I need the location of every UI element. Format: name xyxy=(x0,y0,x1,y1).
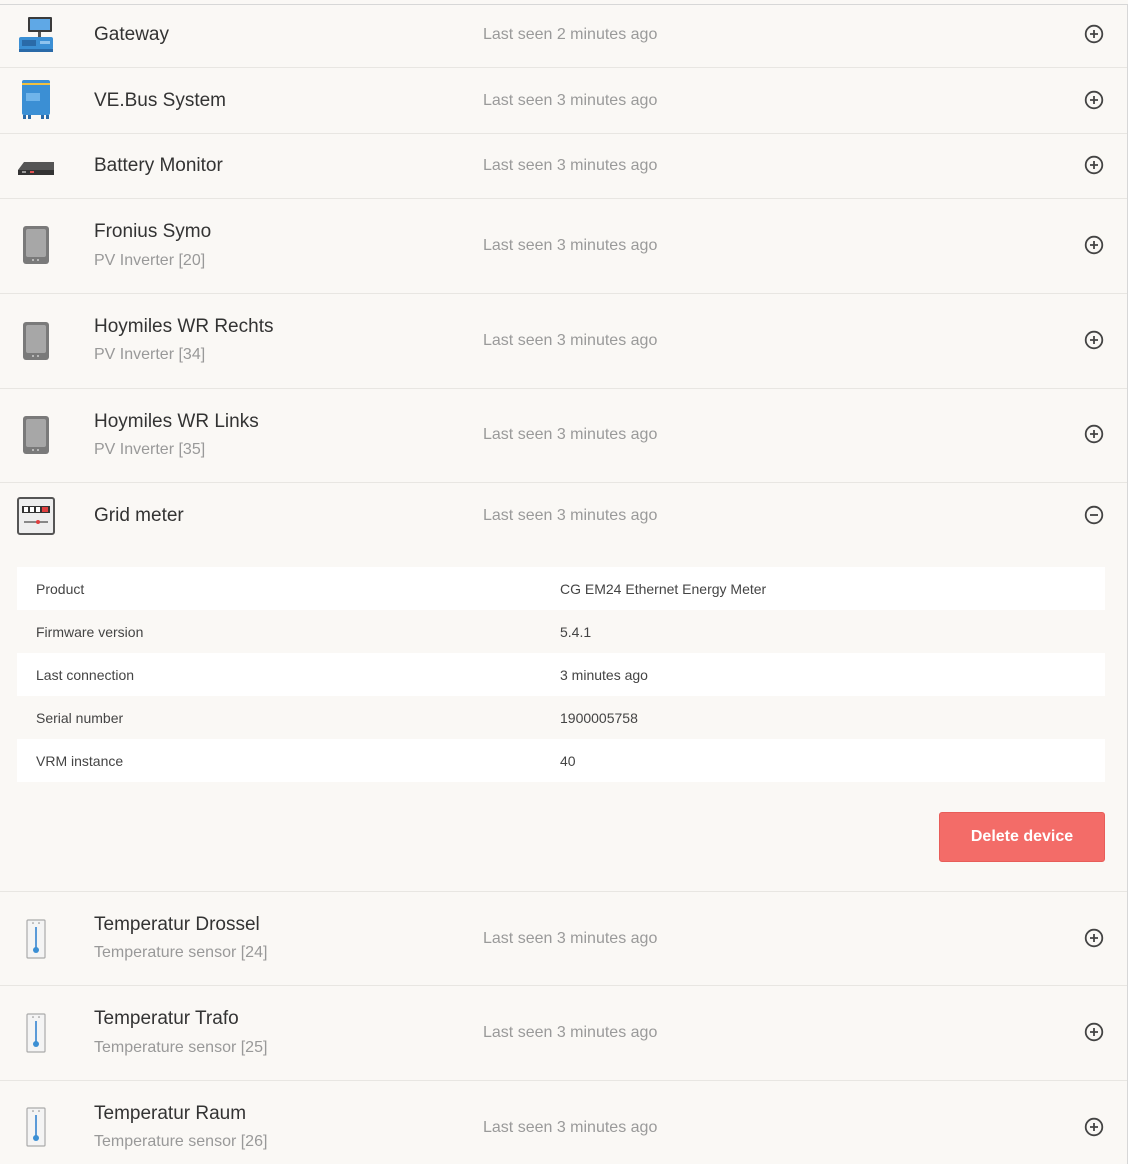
detail-label: VRM instance xyxy=(36,752,124,769)
device-name: Temperatur Raum xyxy=(94,1103,247,1124)
detail-value: CG EM24 Ethernet Energy Meter xyxy=(560,580,767,597)
device-name: Temperatur Trafo xyxy=(94,1008,239,1029)
collapse-icon[interactable] xyxy=(1084,505,1104,525)
device-row-vebus-system[interactable]: VE.Bus System Last seen 3 minutes ago xyxy=(0,68,1127,134)
expand-icon[interactable] xyxy=(1084,235,1104,255)
device-row-temperatur-drossel[interactable]: Temperatur Drossel Temperature sensor [2… xyxy=(0,892,1127,986)
expand-icon[interactable] xyxy=(1084,424,1104,444)
detail-value: 5.4.1 xyxy=(560,623,592,640)
device-name: Fronius Symo xyxy=(94,221,212,242)
last-seen-text: Last seen 3 minutes ago xyxy=(483,930,658,947)
pv-inverter-icon xyxy=(16,415,56,455)
device-type: Temperature sensor [26] xyxy=(94,1133,268,1150)
detail-row-product: Product CG EM24 Ethernet Energy Meter xyxy=(17,567,1105,610)
thermometer-icon xyxy=(16,1107,56,1147)
detail-row-vrm-instance: VRM instance 40 xyxy=(17,739,1105,782)
last-seen-text: Last seen 3 minutes ago xyxy=(483,157,658,174)
last-seen-text: Last seen 3 minutes ago xyxy=(483,1119,658,1136)
gateway-icon xyxy=(16,15,56,55)
last-seen-text: Last seen 3 minutes ago xyxy=(483,1024,658,1041)
pv-inverter-icon xyxy=(16,225,56,265)
detail-value: 1900005758 xyxy=(560,709,638,726)
device-name: Temperatur Drossel xyxy=(94,914,260,935)
device-name: Grid meter xyxy=(94,505,184,526)
last-seen-text: Last seen 3 minutes ago xyxy=(483,507,658,524)
pv-inverter-icon xyxy=(16,321,56,361)
expand-icon[interactable] xyxy=(1084,155,1104,175)
device-row-hoymiles-wr-rechts[interactable]: Hoymiles WR Rechts PV Inverter [34] Last… xyxy=(0,294,1127,389)
detail-label: Firmware version xyxy=(36,623,144,640)
detail-label: Product xyxy=(36,580,85,597)
thermometer-icon xyxy=(16,1013,56,1053)
last-seen-text: Last seen 3 minutes ago xyxy=(483,92,658,109)
detail-row-serial: Serial number 1900005758 xyxy=(17,696,1105,739)
last-seen-text: Last seen 3 minutes ago xyxy=(483,332,658,349)
device-type: PV Inverter [20] xyxy=(94,252,206,269)
device-name: Hoymiles WR Links xyxy=(94,411,259,432)
expand-icon[interactable] xyxy=(1084,90,1104,110)
expand-icon[interactable] xyxy=(1084,1117,1104,1137)
device-details-table: Product CG EM24 Ethernet Energy Meter Fi… xyxy=(17,567,1105,782)
device-row-temperatur-raum[interactable]: Temperatur Raum Temperature sensor [26] … xyxy=(0,1081,1127,1164)
inverter-charger-icon xyxy=(16,79,56,119)
expand-icon[interactable] xyxy=(1084,928,1104,948)
detail-value: 3 minutes ago xyxy=(560,666,648,683)
device-name: Gateway xyxy=(94,24,169,45)
expand-icon[interactable] xyxy=(1084,24,1104,44)
energy-meter-icon xyxy=(16,496,56,536)
last-seen-text: Last seen 2 minutes ago xyxy=(483,26,658,43)
detail-value: 40 xyxy=(560,752,576,769)
last-seen-text: Last seen 3 minutes ago xyxy=(483,237,658,254)
device-row-battery-monitor[interactable]: Battery Monitor Last seen 3 minutes ago xyxy=(0,134,1127,199)
device-row-fronius-symo[interactable]: Fronius Symo PV Inverter [20] Last seen … xyxy=(0,199,1127,294)
device-type: PV Inverter [35] xyxy=(94,441,206,458)
expand-icon[interactable] xyxy=(1084,1022,1104,1042)
device-name: Hoymiles WR Rechts xyxy=(94,316,274,337)
detail-row-firmware: Firmware version 5.4.1 xyxy=(17,610,1105,653)
device-type: Temperature sensor [25] xyxy=(94,1039,268,1056)
device-row-hoymiles-wr-links[interactable]: Hoymiles WR Links PV Inverter [35] Last … xyxy=(0,389,1127,483)
detail-row-last-connection: Last connection 3 minutes ago xyxy=(17,653,1105,696)
device-type: Temperature sensor [24] xyxy=(94,944,268,961)
device-type: PV Inverter [34] xyxy=(94,346,206,363)
thermometer-icon xyxy=(16,919,56,959)
device-name: VE.Bus System xyxy=(94,90,226,111)
delete-device-button[interactable]: Delete device xyxy=(939,812,1105,862)
battery-monitor-icon xyxy=(16,146,56,186)
detail-label: Last connection xyxy=(36,666,135,683)
expand-icon[interactable] xyxy=(1084,330,1104,350)
last-seen-text: Last seen 3 minutes ago xyxy=(483,426,658,443)
device-row-gateway[interactable]: Gateway Last seen 2 minutes ago xyxy=(0,5,1127,68)
detail-label: Serial number xyxy=(36,709,124,726)
device-name: Battery Monitor xyxy=(94,155,223,176)
device-row-temperatur-trafo[interactable]: Temperatur Trafo Temperature sensor [25]… xyxy=(0,986,1127,1081)
